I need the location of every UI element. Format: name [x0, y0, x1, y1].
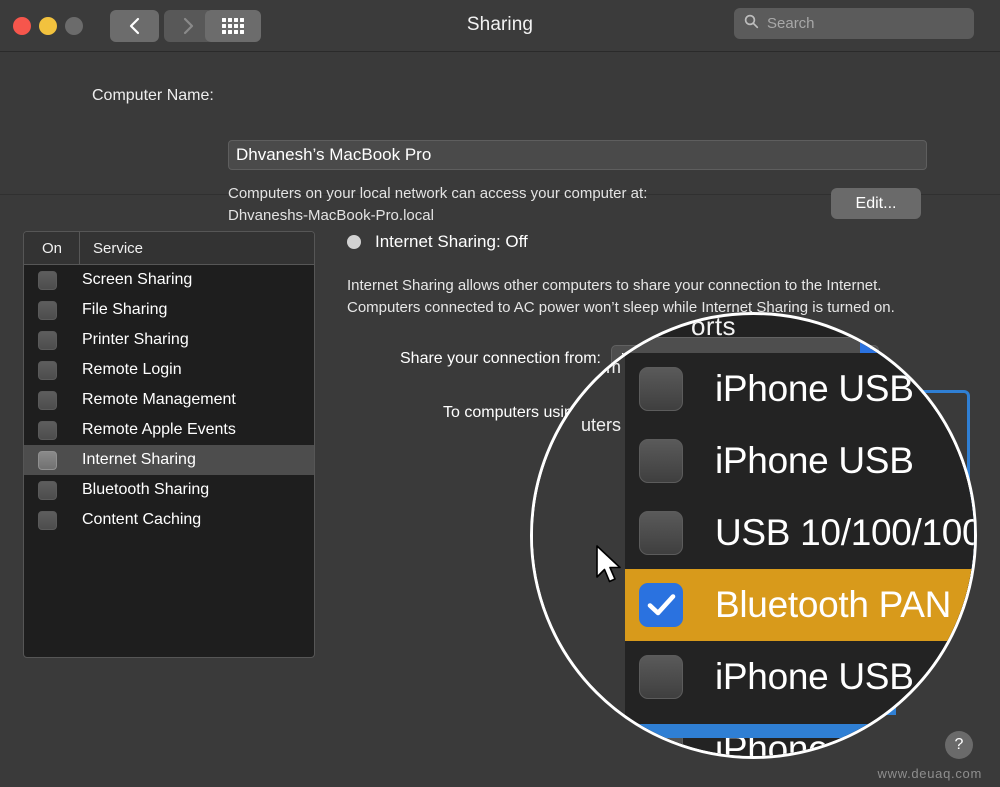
- service-name: Remote Management: [82, 391, 236, 408]
- service-checkbox[interactable]: [38, 270, 57, 290]
- services-list-header: On Service: [24, 232, 314, 265]
- service-name: File Sharing: [82, 301, 168, 318]
- magnified-port-name: iPhone USB: [715, 656, 914, 697]
- help-button[interactable]: ?: [945, 731, 973, 759]
- magnified-port-row[interactable]: USB 10/100/100: [625, 497, 977, 569]
- magnified-ports-list[interactable]: iPhone USB iPhone USB USB 10/100/100 Blueto…: [625, 353, 977, 756]
- sharing-status-row: Internet Sharing: Off: [347, 232, 947, 252]
- service-row[interactable]: Remote Apple Events: [24, 415, 314, 445]
- internet-sharing-detail: Internet Sharing: Off Internet Sharing a…: [347, 232, 947, 600]
- magnified-port-name: USB 10/100/100: [715, 512, 977, 553]
- magnified-port-checkbox[interactable]: [639, 367, 683, 411]
- service-row[interactable]: Remote Management: [24, 385, 314, 415]
- search-icon: [744, 14, 759, 34]
- service-row[interactable]: File Sharing: [24, 295, 314, 325]
- column-header-service: Service: [93, 239, 144, 257]
- service-name: Printer Sharing: [82, 331, 189, 348]
- service-checkbox[interactable]: [38, 510, 57, 530]
- computer-name-label: Computer Name:: [92, 87, 214, 104]
- magnifier-overlay: ection from uters orts iPhone USB iPhone …: [530, 312, 977, 759]
- magnified-port-name: iPhone USB: [715, 368, 914, 409]
- magnifier-left-background: ection from uters: [533, 315, 625, 756]
- magnified-port-checkbox[interactable]: [639, 655, 683, 699]
- magnified-to-computers-label-fragment: uters: [580, 415, 621, 435]
- services-rows-container: Screen Sharing File Sharing Printer Sharin…: [24, 265, 314, 535]
- mouse-cursor-icon: [595, 545, 625, 592]
- magnified-ports-header-fragment: orts: [691, 312, 736, 341]
- magnified-port-checkbox[interactable]: [639, 583, 683, 627]
- watermark-text: www.deuaq.com: [877, 766, 982, 781]
- service-row[interactable]: Printer Sharing: [24, 325, 314, 355]
- status-indicator-icon: [347, 235, 361, 249]
- edit-button[interactable]: Edit...: [831, 188, 921, 219]
- service-name: Remote Apple Events: [82, 421, 236, 438]
- magnified-port-row[interactable]: iPhone USB: [625, 641, 974, 713]
- column-header-on: On: [24, 232, 80, 264]
- computer-name-field[interactable]: [228, 140, 927, 170]
- sharing-preferences-window: Sharing Computer Name: Computers on your…: [0, 0, 1000, 787]
- service-checkbox[interactable]: [38, 450, 57, 470]
- service-checkbox[interactable]: [38, 390, 57, 410]
- service-row[interactable]: Content Caching: [24, 505, 314, 535]
- window-titlebar: Sharing: [0, 0, 1000, 52]
- sharing-status-text: Internet Sharing: Off: [375, 232, 528, 251]
- computer-name-help-line2: Dhvaneshs-MacBook-Pro.local: [228, 207, 434, 224]
- search-input[interactable]: [767, 15, 952, 32]
- magnified-port-row[interactable]: iPhone USB: [625, 425, 974, 497]
- magnified-port-name: Bluetooth PAN: [715, 584, 952, 625]
- service-row[interactable]: Bluetooth Sharing: [24, 475, 314, 505]
- service-checkbox[interactable]: [38, 360, 57, 380]
- magnified-bottom-accent: [625, 724, 915, 738]
- computer-name-input[interactable]: [236, 145, 926, 165]
- service-checkbox[interactable]: [38, 480, 57, 500]
- service-name: Remote Login: [82, 361, 182, 378]
- internet-sharing-description: Internet Sharing allows other computers …: [347, 277, 895, 316]
- computer-name-help: Computers on your local network can acce…: [228, 183, 828, 227]
- magnified-port-row[interactable]: Bluetooth PAN: [625, 569, 974, 641]
- service-name: Bluetooth Sharing: [82, 481, 210, 498]
- service-checkbox[interactable]: [38, 330, 57, 350]
- service-name: Screen Sharing: [82, 271, 193, 288]
- service-checkbox[interactable]: [38, 300, 57, 320]
- magnified-port-name: iPhone USB: [715, 440, 914, 481]
- service-row[interactable]: Internet Sharing: [24, 445, 314, 475]
- magnified-port-row[interactable]: iPhone USB: [625, 353, 974, 425]
- services-list[interactable]: On Service Screen Sharing File Sharing Pri…: [23, 231, 315, 658]
- service-checkbox[interactable]: [38, 420, 57, 440]
- magnified-port-checkbox[interactable]: [639, 439, 683, 483]
- magnified-share-from-label-fragment: ection from: [531, 357, 621, 377]
- service-name: Content Caching: [82, 511, 202, 528]
- search-field[interactable]: [734, 8, 974, 39]
- computer-name-help-line1: Computers on your local network can acce…: [228, 185, 648, 202]
- service-row[interactable]: Remote Login: [24, 355, 314, 385]
- service-row[interactable]: Screen Sharing: [24, 265, 314, 295]
- magnified-port-checkbox[interactable]: [639, 511, 683, 555]
- service-name: Internet Sharing: [82, 451, 196, 468]
- computer-name-section: Computer Name: Computers on your local n…: [0, 52, 1000, 224]
